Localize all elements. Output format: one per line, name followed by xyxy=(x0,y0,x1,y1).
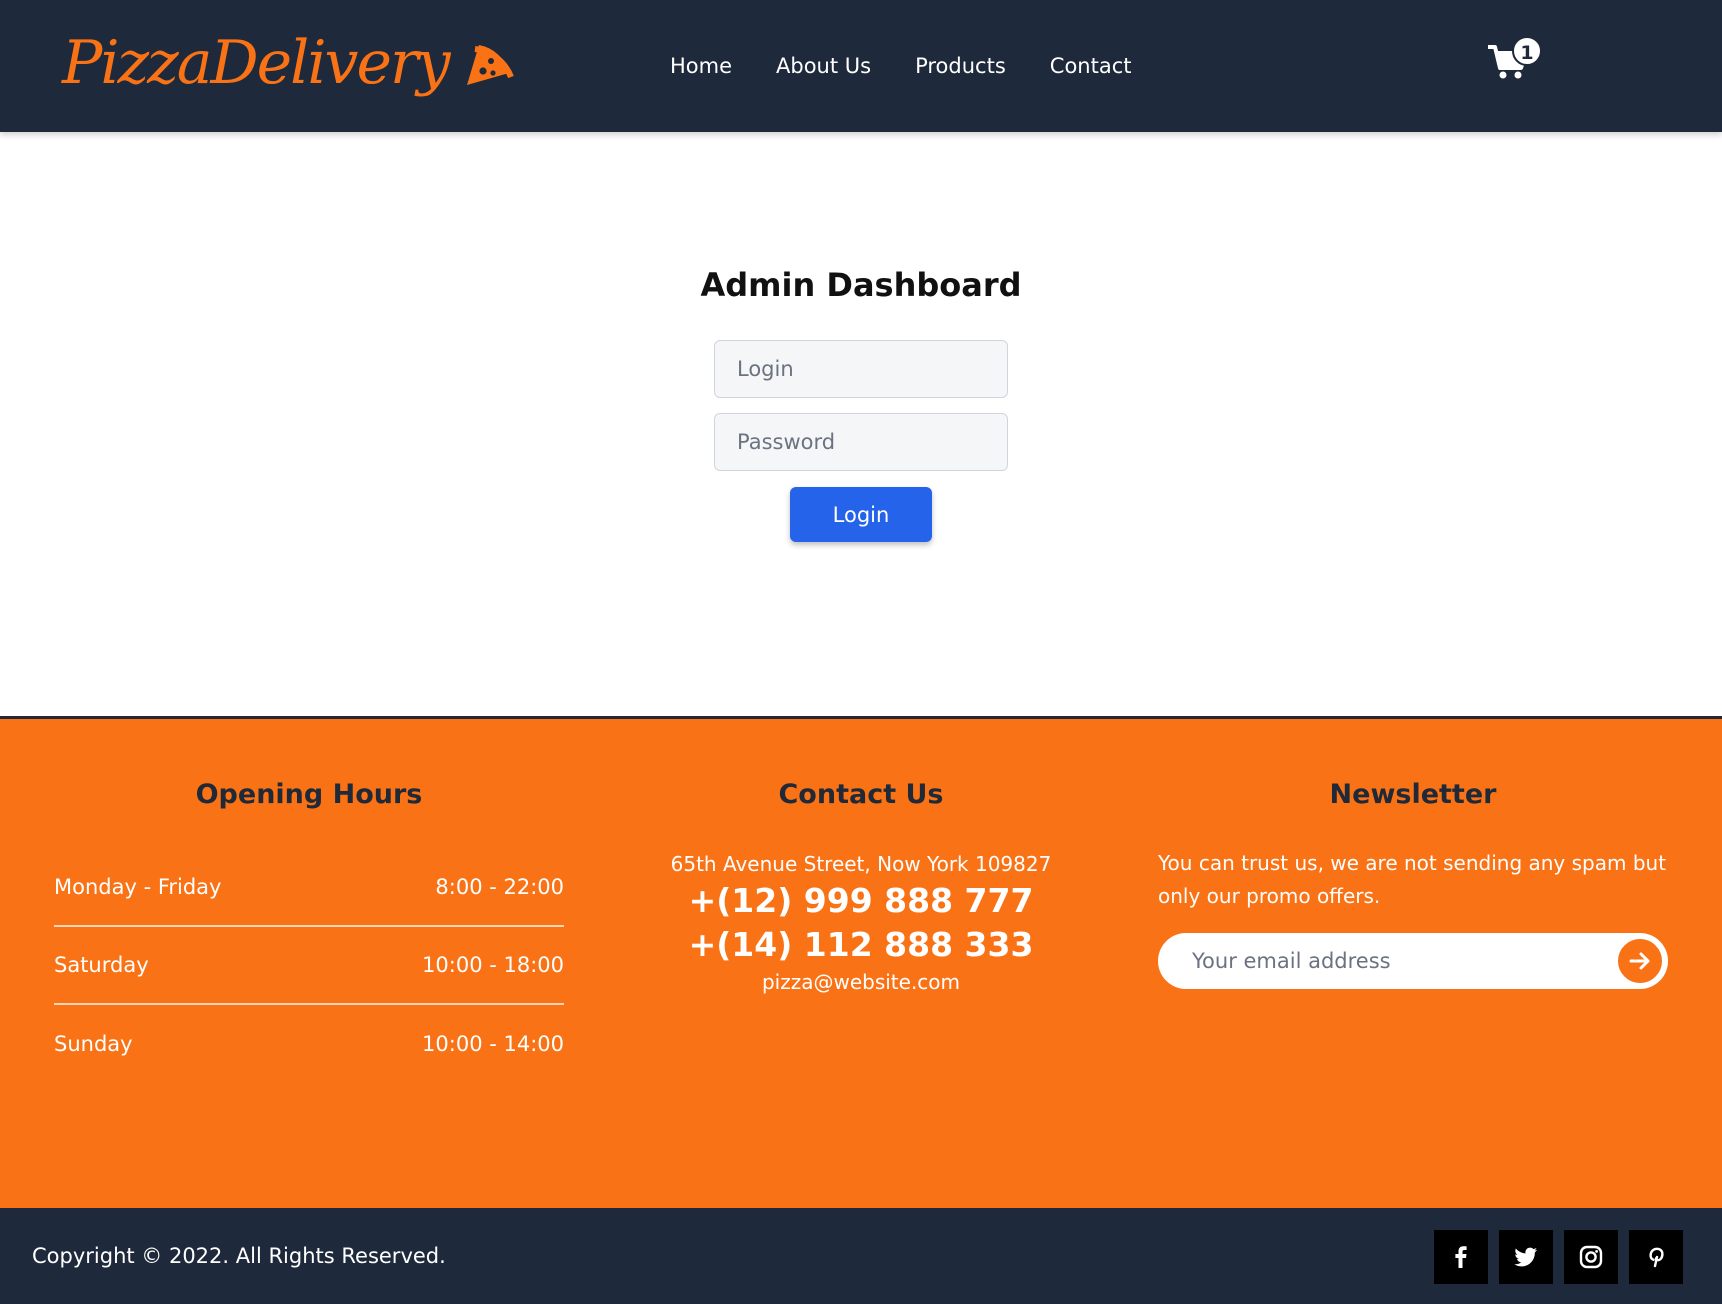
contact-email[interactable]: pizza@website.com xyxy=(610,967,1112,997)
pizza-slice-icon xyxy=(466,45,514,85)
hours-day: Monday - Friday xyxy=(54,875,222,899)
opening-hours-title: Opening Hours xyxy=(195,779,423,810)
page-title: Admin Dashboard xyxy=(700,266,1022,304)
instagram-icon xyxy=(1579,1245,1603,1269)
contact-us-title: Contact Us xyxy=(778,779,944,810)
contact-phone-2[interactable]: +(14) 112 888 333 xyxy=(610,923,1112,967)
cart-button[interactable]: 1 xyxy=(1488,36,1542,84)
hours-time: 10:00 - 14:00 xyxy=(422,1032,564,1056)
twitter-link[interactable] xyxy=(1499,1230,1553,1284)
pinterest-link[interactable] xyxy=(1629,1230,1683,1284)
pinterest-icon xyxy=(1649,1247,1664,1268)
login-button[interactable]: Login xyxy=(790,487,932,542)
site-header: PizzaDelivery Home About Us Products Con… xyxy=(0,0,1722,132)
nav-home[interactable]: Home xyxy=(670,46,732,86)
contact-phone-1[interactable]: +(12) 999 888 777 xyxy=(610,879,1112,923)
footer-info: Opening Hours Contact Us Newsletter Mond… xyxy=(0,716,1722,1208)
hours-day: Saturday xyxy=(54,953,149,977)
newsletter-text: You can trust us, we are not sending any… xyxy=(1158,851,1667,908)
hours-row: Saturday 10:00 - 18:00 xyxy=(54,927,564,1005)
facebook-icon xyxy=(1455,1246,1467,1268)
nav-products[interactable]: Products xyxy=(915,46,1006,86)
hours-row: Monday - Friday 8:00 - 22:00 xyxy=(54,849,564,927)
contact-address: 65th Avenue Street, Now York 109827 xyxy=(670,852,1052,876)
instagram-link[interactable] xyxy=(1564,1230,1618,1284)
hours-time: 8:00 - 22:00 xyxy=(435,875,564,899)
copyright-text: Copyright © 2022. All Rights Reserved. xyxy=(32,1244,446,1268)
newsletter-form xyxy=(1158,933,1668,989)
newsletter-submit-button[interactable] xyxy=(1616,937,1664,985)
newsletter-title: Newsletter xyxy=(1329,779,1497,810)
nav-about-us[interactable]: About Us xyxy=(776,46,871,86)
footer-bottom: Copyright © 2022. All Rights Reserved. xyxy=(0,1208,1722,1304)
nav-contact[interactable]: Contact xyxy=(1050,46,1132,86)
arrow-right-icon xyxy=(1629,952,1650,970)
cart-count-badge: 1 xyxy=(1512,36,1542,66)
hours-row: Sunday 10:00 - 14:00 xyxy=(54,1005,564,1083)
logo-text: PizzaDelivery xyxy=(62,28,451,98)
facebook-link[interactable] xyxy=(1434,1230,1488,1284)
newsletter-email-input[interactable] xyxy=(1192,933,1592,989)
opening-hours-list: Monday - Friday 8:00 - 22:00 Saturday 10… xyxy=(54,849,564,1083)
twitter-icon xyxy=(1514,1247,1537,1267)
login-input[interactable] xyxy=(714,340,1008,398)
hours-day: Sunday xyxy=(54,1032,133,1056)
password-input[interactable] xyxy=(714,413,1008,471)
main-nav: Home About Us Products Contact xyxy=(670,46,1131,86)
logo[interactable]: PizzaDelivery xyxy=(62,18,515,108)
contact-info: 65th Avenue Street, Now York 109827 +(12… xyxy=(610,849,1112,997)
hours-time: 10:00 - 18:00 xyxy=(422,953,564,977)
social-links xyxy=(1434,1230,1683,1284)
